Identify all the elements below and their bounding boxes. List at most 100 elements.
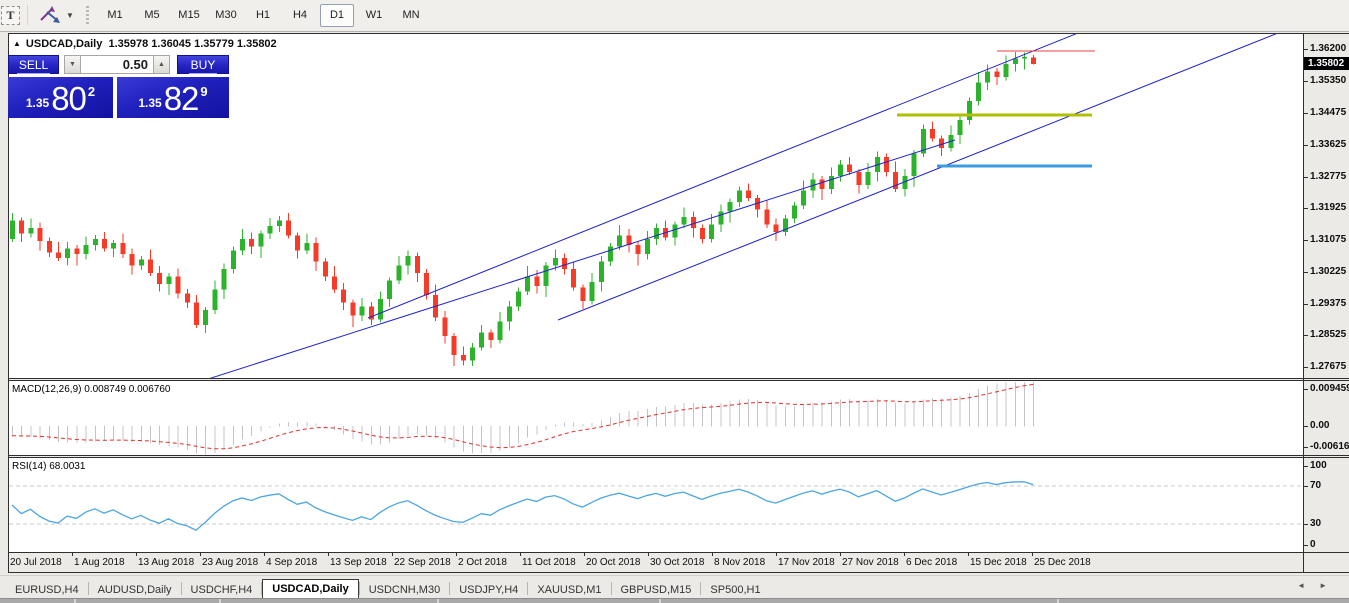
rsi-axis-label: 0	[1310, 539, 1316, 550]
price-axis-label: 1.35350	[1310, 75, 1346, 86]
mt4-window: T ▼ M1M5M15M30H1H4D1W1MN ▲ USDCAD,Daily 1…	[0, 0, 1349, 603]
chart-title: ▲ USDCAD,Daily 1.35978 1.36045 1.35779 1.…	[13, 38, 277, 50]
chart-tab-bar: EURUSD,H4AUDUSD,DailyUSDCHF,H4USDCAD,Dai…	[0, 575, 1349, 598]
tab-audusd-daily[interactable]: AUDUSD,Daily	[89, 580, 181, 599]
date-axis-tick	[904, 553, 905, 556]
date-axis-label: 23 Aug 2018	[202, 557, 258, 568]
tab-sp500-h1[interactable]: SP500,H1	[701, 580, 769, 599]
date-axis-tick	[584, 553, 585, 556]
sell-price-big: 80	[51, 82, 86, 115]
sell-price-small: 1.35	[26, 96, 49, 110]
tab-scroll-right-icon[interactable]: ►	[1319, 581, 1341, 590]
rsi-axis-tick	[1303, 524, 1308, 525]
date-axis-tick	[392, 553, 393, 556]
status-strip-divider	[1057, 599, 1059, 603]
macd-axis-label: 0.009459	[1310, 383, 1349, 394]
chart-ohlc-values: 1.35978 1.36045 1.35779 1.35802	[108, 38, 276, 50]
date-axis-label: 4 Sep 2018	[266, 557, 317, 568]
price-axis-tick	[1303, 208, 1308, 209]
volume-increase-button[interactable]: ▲	[153, 55, 170, 74]
trade-arrows-icon[interactable]	[38, 6, 62, 24]
date-axis-tick	[8, 553, 9, 556]
timeframe-button-h4[interactable]: H4	[283, 4, 317, 27]
tab-usdcad-daily[interactable]: USDCAD,Daily	[262, 579, 358, 599]
price-axis-tick	[1303, 240, 1308, 241]
macd-axis-label: -0.006169	[1310, 441, 1349, 452]
buy-price-pip: 9	[200, 84, 207, 99]
date-axis-label: 11 Oct 2018	[522, 557, 576, 568]
buy-price-small: 1.35	[138, 96, 161, 110]
macd-axis-tick	[1303, 389, 1308, 390]
buy-button[interactable]: BUY	[177, 55, 229, 74]
date-axis-tick	[712, 553, 713, 556]
trade-arrows-dropdown-icon[interactable]: ▼	[66, 11, 74, 20]
date-axis-label: 8 Nov 2018	[714, 557, 765, 568]
collapse-triangle-icon[interactable]: ▲	[13, 39, 21, 48]
rsi-axis-tick	[1303, 545, 1308, 546]
date-axis-label: 6 Dec 2018	[906, 557, 957, 568]
date-axis-label: 15 Dec 2018	[970, 557, 1027, 568]
sell-button[interactable]: SELL	[8, 55, 59, 74]
timeframe-button-h1[interactable]: H1	[246, 4, 280, 27]
tab-usdcnh-m30[interactable]: USDCNH,M30	[360, 580, 450, 599]
date-axis-label: 25 Dec 2018	[1034, 557, 1091, 568]
price-axis-label: 1.32775	[1310, 171, 1346, 182]
rsi-label: RSI(14) 68.0031	[12, 461, 85, 472]
date-axis-tick	[648, 553, 649, 556]
timeframe-button-m30[interactable]: M30	[209, 4, 243, 27]
buy-price-panel[interactable]: 1.35 82 9	[117, 77, 229, 118]
date-axis-label: 20 Oct 2018	[586, 557, 640, 568]
timeframe-button-m15[interactable]: M15	[172, 4, 206, 27]
tab-scroll-left-icon[interactable]: ◄	[1297, 581, 1319, 590]
chart-symbol-label: USDCAD,Daily	[26, 38, 102, 50]
price-axis-label: 1.36200	[1310, 43, 1346, 54]
sell-price-panel[interactable]: 1.35 80 2	[8, 77, 113, 118]
volume-input[interactable]	[80, 55, 154, 74]
timeframe-button-d1[interactable]: D1	[320, 4, 354, 27]
date-axis-label: 27 Nov 2018	[842, 557, 899, 568]
text-tool-icon[interactable]: T	[1, 6, 20, 25]
date-axis-label: 13 Aug 2018	[138, 557, 194, 568]
macd-splitter[interactable]	[8, 378, 1349, 379]
macd-indicator-chart[interactable]	[9, 381, 1303, 455]
date-axis-label: 13 Sep 2018	[330, 557, 387, 568]
tab-usdjpy-h4[interactable]: USDJPY,H4	[450, 580, 527, 599]
rsi-axis-label: 30	[1310, 518, 1321, 529]
buy-price-big: 82	[164, 82, 199, 115]
tab-eurusd-h4[interactable]: EURUSD,H4	[6, 580, 88, 599]
date-axis-label: 20 Jul 2018	[10, 557, 62, 568]
price-axis-tick	[1303, 113, 1308, 114]
date-axis-tick	[840, 553, 841, 556]
timeframe-button-mn[interactable]: MN	[394, 4, 428, 27]
price-axis-label: 1.34475	[1310, 107, 1346, 118]
date-axis-divider	[8, 552, 1349, 553]
price-axis-tick	[1303, 304, 1308, 305]
rsi-axis-tick	[1303, 466, 1308, 467]
tab-gbpusd-m15[interactable]: GBPUSD,M15	[612, 580, 701, 599]
tab-xauusd-m1[interactable]: XAUUSD,M1	[528, 580, 610, 599]
timeframe-button-m5[interactable]: M5	[135, 4, 169, 27]
date-axis-tick	[776, 553, 777, 556]
tab-usdchf-h4[interactable]: USDCHF,H4	[182, 580, 262, 599]
status-strip-divider	[437, 599, 439, 603]
date-axis-label: 1 Aug 2018	[74, 557, 125, 568]
date-axis-label: 22 Sep 2018	[394, 557, 451, 568]
timeframe-button-m1[interactable]: M1	[98, 4, 132, 27]
rsi-axis-label: 100	[1310, 460, 1327, 471]
price-axis-label: 1.31925	[1310, 202, 1346, 213]
macd-axis-label: 0.00	[1310, 420, 1329, 431]
rsi-indicator-chart[interactable]	[9, 458, 1303, 552]
date-axis-label: 2 Oct 2018	[458, 557, 507, 568]
toolbar-drag-handle[interactable]	[86, 6, 89, 25]
status-strip-divider	[659, 599, 661, 603]
price-axis-label: 1.28525	[1310, 329, 1346, 340]
volume-decrease-button[interactable]: ▼	[64, 55, 81, 74]
timeframe-button-w1[interactable]: W1	[357, 4, 391, 27]
date-axis-tick	[328, 553, 329, 556]
rsi-splitter[interactable]	[8, 455, 1349, 456]
price-axis-label: 1.27675	[1310, 361, 1346, 372]
price-axis-tick	[1303, 177, 1308, 178]
price-axis-label: 1.31075	[1310, 234, 1346, 245]
status-strip	[0, 598, 1349, 603]
price-axis-tick	[1303, 272, 1308, 273]
